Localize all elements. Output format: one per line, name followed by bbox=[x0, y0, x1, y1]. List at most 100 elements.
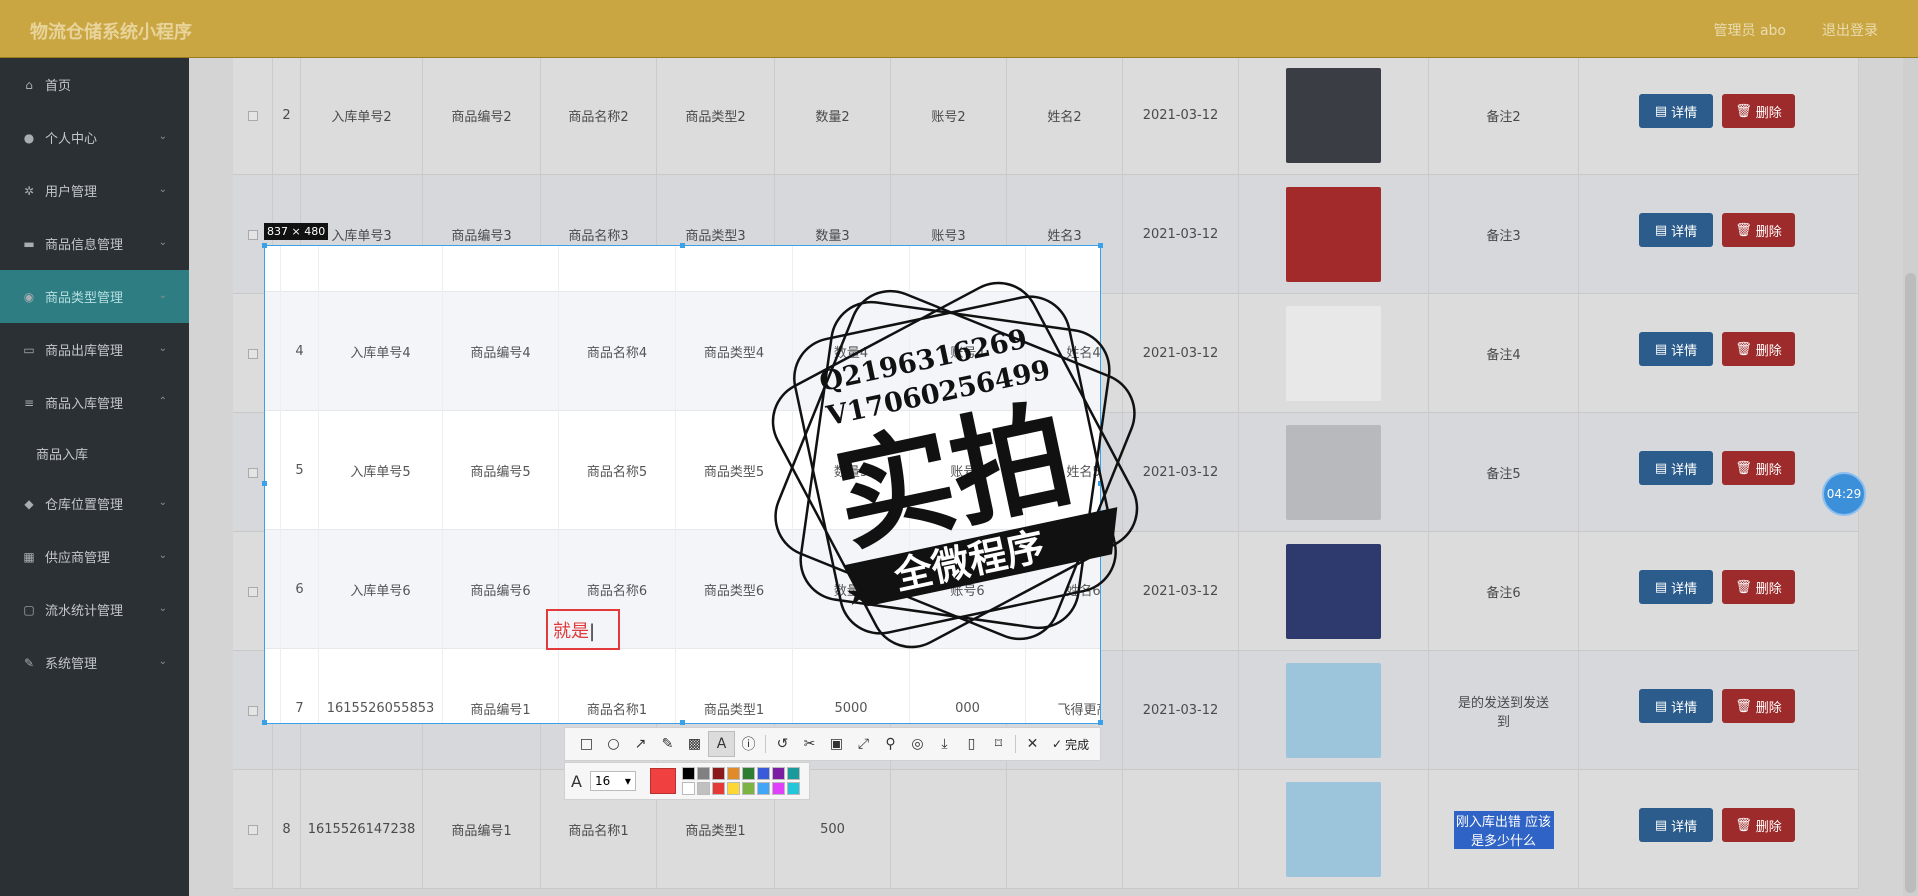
cell-text: 商品编号2 bbox=[451, 110, 512, 125]
color-swatch[interactable] bbox=[756, 767, 770, 780]
font-size-select[interactable]: 16 ▾ bbox=[589, 771, 636, 791]
cell-spacer bbox=[265, 649, 281, 723]
resize-handle[interactable] bbox=[680, 720, 685, 725]
detail-button[interactable]: ▤ 详情 bbox=[1639, 94, 1713, 128]
detail-button[interactable]: ▤ 详情 bbox=[1639, 213, 1713, 247]
delete-button[interactable]: 🗑 删除 bbox=[1722, 808, 1795, 842]
sidebar-item[interactable]: ⌂ 首页 bbox=[0, 58, 189, 111]
pencil-tool-icon[interactable]: ✎ bbox=[654, 731, 681, 757]
admin-label[interactable]: 管理员 abo bbox=[1714, 20, 1786, 40]
resize-handle[interactable] bbox=[262, 481, 267, 486]
ocr-icon[interactable]: ▣ bbox=[823, 731, 850, 757]
expand-icon[interactable]: ⤢ bbox=[850, 731, 877, 757]
sidebar-item[interactable]: ▭ 商品出库管理 ⌄ bbox=[0, 323, 189, 376]
font-icon: A bbox=[571, 771, 582, 791]
color-swatch[interactable] bbox=[786, 782, 800, 795]
delete-button[interactable]: 🗑 删除 bbox=[1722, 570, 1795, 604]
row-actions: ▤ 详情 🗑 删除 bbox=[1579, 770, 1859, 889]
pin-icon[interactable]: ⚲ bbox=[877, 731, 904, 757]
color-swatch[interactable] bbox=[696, 767, 710, 780]
close-icon[interactable]: ✕ bbox=[1019, 731, 1046, 757]
resize-handle[interactable] bbox=[1098, 720, 1103, 725]
text-tool-icon[interactable]: A bbox=[708, 731, 735, 757]
sidebar-item[interactable]: ≡ 商品入库管理 ⌃ bbox=[0, 376, 189, 429]
row-checkbox[interactable] bbox=[247, 110, 258, 121]
arrow-tool-icon[interactable]: ↗ bbox=[627, 731, 654, 757]
color-swatch[interactable] bbox=[771, 782, 785, 795]
cell-text: 入库单号6 bbox=[350, 584, 411, 599]
color-swatch[interactable] bbox=[741, 767, 755, 780]
row-checkbox[interactable] bbox=[247, 348, 258, 359]
delete-button[interactable]: 🗑 删除 bbox=[1722, 451, 1795, 485]
text-annotation-box[interactable]: 就是| bbox=[546, 609, 620, 650]
detail-button[interactable]: ▤ 详情 bbox=[1639, 451, 1713, 485]
cell-spacer bbox=[265, 292, 281, 411]
sidebar-item[interactable]: ▬ 商品信息管理 ⌄ bbox=[0, 217, 189, 270]
done-button[interactable]: ✓ 完成 bbox=[1046, 736, 1095, 753]
number-tool-icon[interactable]: ⓘ bbox=[735, 731, 762, 757]
sidebar-item[interactable]: ▦ 供应商管理 ⌄ bbox=[0, 530, 189, 583]
rectangle-tool-icon[interactable]: □ bbox=[573, 731, 600, 757]
cell-note: 备注4 bbox=[1429, 294, 1579, 413]
cell-name: 商品名称4 bbox=[559, 292, 676, 411]
detail-button[interactable]: ▤ 详情 bbox=[1639, 689, 1713, 723]
cell-text: 1615526055853 bbox=[326, 701, 435, 716]
logout-link[interactable]: 退出登录 bbox=[1822, 20, 1878, 40]
bookmark-icon[interactable]: ⌑ bbox=[985, 731, 1012, 757]
color-swatch[interactable] bbox=[711, 782, 725, 795]
detail-button[interactable]: ▤ 详情 bbox=[1639, 808, 1713, 842]
timer-badge[interactable]: 04:29 bbox=[1822, 472, 1866, 516]
delete-button[interactable]: 🗑 删除 bbox=[1722, 689, 1795, 723]
resize-handle[interactable] bbox=[262, 243, 267, 248]
sidebar-item-label: 商品入库管理 bbox=[45, 397, 124, 412]
scrollbar-thumb[interactable] bbox=[1905, 273, 1916, 893]
row-checkbox[interactable] bbox=[247, 467, 258, 478]
color-swatch[interactable] bbox=[696, 782, 710, 795]
cell-text: 刚入库出错 应该是多少什么 bbox=[1453, 810, 1554, 849]
detail-label: 详情 bbox=[1671, 462, 1698, 478]
detail-button[interactable]: ▤ 详情 bbox=[1639, 570, 1713, 604]
record-icon[interactable]: ◎ bbox=[904, 731, 931, 757]
sidebar-item[interactable]: ◆ 仓库位置管理 ⌄ bbox=[0, 477, 189, 530]
delete-label: 删除 bbox=[1755, 105, 1782, 121]
resize-handle[interactable] bbox=[680, 243, 685, 248]
row-checkbox[interactable] bbox=[247, 824, 258, 835]
cut-icon[interactable]: ✂ bbox=[796, 731, 823, 757]
color-swatch[interactable] bbox=[756, 782, 770, 795]
row-checkbox[interactable] bbox=[247, 705, 258, 716]
sidebar-item[interactable]: ▢ 流水统计管理 ⌄ bbox=[0, 583, 189, 636]
cell-text: 数量3 bbox=[815, 229, 850, 244]
color-swatch[interactable] bbox=[786, 767, 800, 780]
sidebar-item[interactable]: ● 个人中心 ⌄ bbox=[0, 111, 189, 164]
ellipse-tool-icon[interactable]: ○ bbox=[600, 731, 627, 757]
color-swatch[interactable] bbox=[681, 782, 695, 795]
resize-handle[interactable] bbox=[1098, 243, 1103, 248]
color-swatch[interactable] bbox=[681, 767, 695, 780]
delete-button[interactable]: 🗑 删除 bbox=[1722, 213, 1795, 247]
scrollbar[interactable] bbox=[1903, 58, 1918, 896]
undo-icon[interactable]: ↺ bbox=[769, 731, 796, 757]
mosaic-tool-icon[interactable]: ▩ bbox=[681, 731, 708, 757]
sidebar-item[interactable]: ✲ 用户管理 ⌄ bbox=[0, 164, 189, 217]
resize-handle[interactable] bbox=[262, 720, 267, 725]
color-swatch[interactable] bbox=[771, 767, 785, 780]
color-swatch[interactable] bbox=[741, 782, 755, 795]
row-checkbox[interactable] bbox=[247, 229, 258, 240]
cell-no: 5 bbox=[281, 411, 319, 530]
sidebar-item[interactable]: ◉ 商品类型管理 ⌄ bbox=[0, 270, 189, 323]
phone-icon[interactable]: ▯ bbox=[958, 731, 985, 757]
delete-button[interactable]: 🗑 删除 bbox=[1722, 332, 1795, 366]
detail-button[interactable]: ▤ 详情 bbox=[1639, 332, 1713, 366]
delete-button[interactable]: 🗑 删除 bbox=[1722, 94, 1795, 128]
color-swatch[interactable] bbox=[711, 767, 725, 780]
cell-text: 备注5 bbox=[1486, 467, 1521, 482]
row-checkbox[interactable] bbox=[247, 586, 258, 597]
cell-account: 账号2 bbox=[891, 58, 1007, 175]
sidebar-item[interactable]: 商品入库 bbox=[0, 429, 189, 477]
current-color-swatch[interactable] bbox=[649, 768, 676, 794]
download-icon[interactable]: ⤓ bbox=[931, 731, 958, 757]
color-swatch[interactable] bbox=[726, 782, 740, 795]
sidebar-item[interactable]: ✎ 系统管理 ⌄ bbox=[0, 636, 189, 689]
color-swatch[interactable] bbox=[726, 767, 740, 780]
trash-icon: 🗑 bbox=[1735, 341, 1752, 357]
